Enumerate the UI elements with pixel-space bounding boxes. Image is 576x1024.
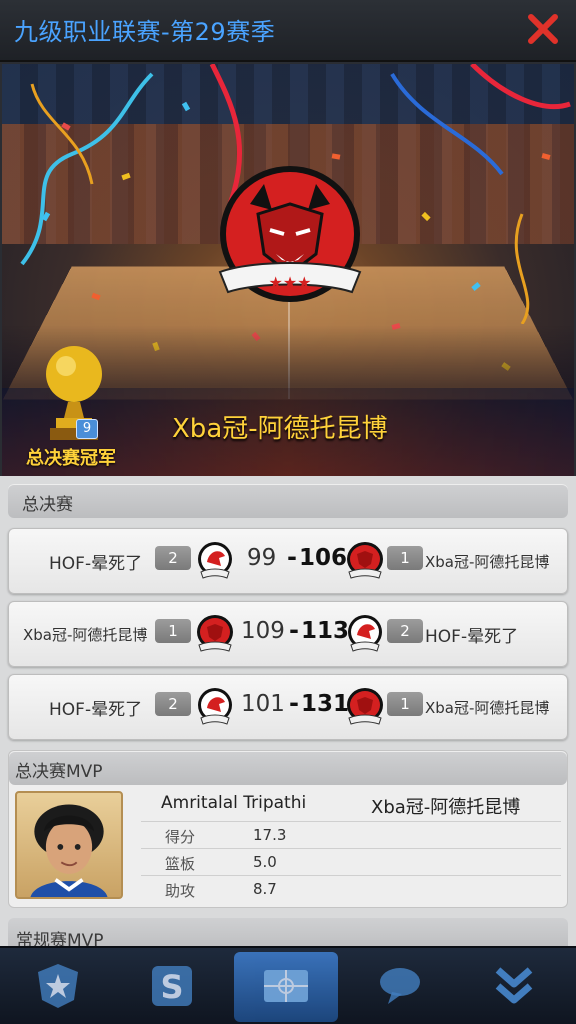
close-x-icon: [528, 14, 558, 44]
left-score: 101: [241, 691, 285, 717]
left-score: 109: [241, 618, 285, 644]
star-shield-icon: [38, 964, 78, 1008]
wolf-team-logo-icon: [347, 542, 383, 579]
left-score: 99: [247, 545, 277, 571]
mvp-section-title: 总决赛MVP: [15, 762, 103, 782]
court-icon: [264, 970, 308, 1002]
chat-bubble-icon: [380, 968, 420, 1004]
mvp-player-name: Amritalal Tripathi: [161, 793, 307, 813]
stat-value: 17.3: [253, 826, 287, 844]
regular-season-mvp-header: 常规赛MVP: [8, 918, 568, 946]
regular-season-mvp-title: 常规赛MVP: [16, 931, 104, 946]
bottom-navigation: S: [0, 946, 576, 1024]
eagle-team-logo-icon: [348, 615, 382, 652]
finals-section-title: 总决赛: [22, 495, 73, 515]
match-row[interactable]: HOF-晕死了 2 101 - 131 1 Xba冠-阿德托昆博: [8, 674, 568, 740]
stat-label: 助攻: [165, 882, 196, 900]
left-seed-badge: 1: [155, 619, 191, 643]
nav-schedule-button[interactable]: S: [120, 952, 224, 1022]
nav-home-button[interactable]: [6, 952, 110, 1022]
trophy-count-badge: 9: [76, 419, 98, 439]
match-right-team: Xba冠-阿德托昆博: [425, 553, 550, 571]
stat-row-rebounds: 篮板 5.0: [141, 848, 561, 875]
match-row[interactable]: HOF-晕死了 2 99 - 106 1 Xba冠-阿德托昆博: [8, 528, 568, 594]
match-left-team: HOF-晕死了: [49, 700, 143, 720]
right-score: 113: [301, 618, 350, 644]
match-left-team: Xba冠-阿德托昆博: [23, 626, 148, 644]
eagle-team-logo-icon: [198, 542, 232, 579]
mvp-player-team: Xba冠-阿德托昆博: [371, 797, 521, 818]
score-dash: -: [289, 616, 299, 644]
stat-label: 得分: [165, 828, 196, 846]
match-right-team: HOF-晕死了: [425, 627, 519, 647]
stat-row-assists: 助攻 8.7: [141, 875, 561, 902]
trophy-label: 总决赛冠军: [26, 448, 116, 469]
match-row[interactable]: Xba冠-阿德托昆博 1 109 - 113 2 HOF-晕死了: [8, 601, 568, 667]
player-avatar[interactable]: [15, 791, 123, 899]
score-dash: -: [287, 543, 297, 571]
svg-text:S: S: [160, 968, 183, 1006]
finals-mvp-card[interactable]: 总决赛MVP Amritalal Tripathi Xba冠-阿德托昆博 得分 …: [8, 750, 568, 908]
stat-value: 8.7: [253, 880, 277, 898]
right-seed-badge: 1: [387, 692, 423, 716]
champion-hero: ★★★ 9 总决赛冠军 Xba冠-阿德托昆博: [2, 64, 574, 476]
nav-chat-button[interactable]: [348, 952, 452, 1022]
wolf-team-logo-icon: ★★★: [218, 166, 362, 302]
mvp-section-header: 总决赛MVP: [9, 751, 567, 785]
stat-label: 篮板: [165, 855, 196, 873]
window-header: 九级职业联赛-第29赛季: [0, 0, 576, 62]
logo-stars: ★★★: [268, 273, 311, 292]
chevron-double-down-icon: [495, 967, 533, 1004]
nav-league-button[interactable]: [234, 952, 338, 1022]
nav-more-button[interactable]: [462, 952, 566, 1022]
stat-row-points: 得分 17.3: [141, 821, 561, 848]
stat-value: 5.0: [253, 853, 277, 871]
right-seed-badge: 1: [387, 546, 423, 570]
right-score: 106: [299, 545, 348, 571]
app-frame: 九级职业联赛-第29赛季 ★★★ 9 总决赛冠军 Xba冠-阿德托昆博 总决赛 …: [0, 0, 576, 1024]
page-title: 九级职业联赛-第29赛季: [14, 18, 276, 46]
right-score: 131: [301, 691, 350, 717]
score-dash: -: [289, 689, 299, 717]
eagle-team-logo-icon: [198, 688, 232, 725]
match-right-team: Xba冠-阿德托昆博: [425, 699, 550, 717]
wolf-team-logo-icon: [197, 615, 233, 652]
finals-section-header: 总决赛: [8, 484, 568, 518]
season-s-icon: S: [152, 966, 192, 1006]
player-portrait-icon: [30, 804, 108, 897]
close-button[interactable]: [526, 12, 560, 46]
left-seed-badge: 2: [155, 692, 191, 716]
champion-team-name: Xba冠-阿德托昆博: [172, 414, 388, 444]
results-panel[interactable]: 总决赛 HOF-晕死了 2 99 - 106 1 Xba冠-阿德托昆博 Xba冠…: [0, 476, 576, 946]
wolf-team-logo-icon: [347, 688, 383, 725]
match-left-team: HOF-晕死了: [49, 554, 143, 574]
right-seed-badge: 2: [387, 619, 423, 643]
left-seed-badge: 2: [155, 546, 191, 570]
